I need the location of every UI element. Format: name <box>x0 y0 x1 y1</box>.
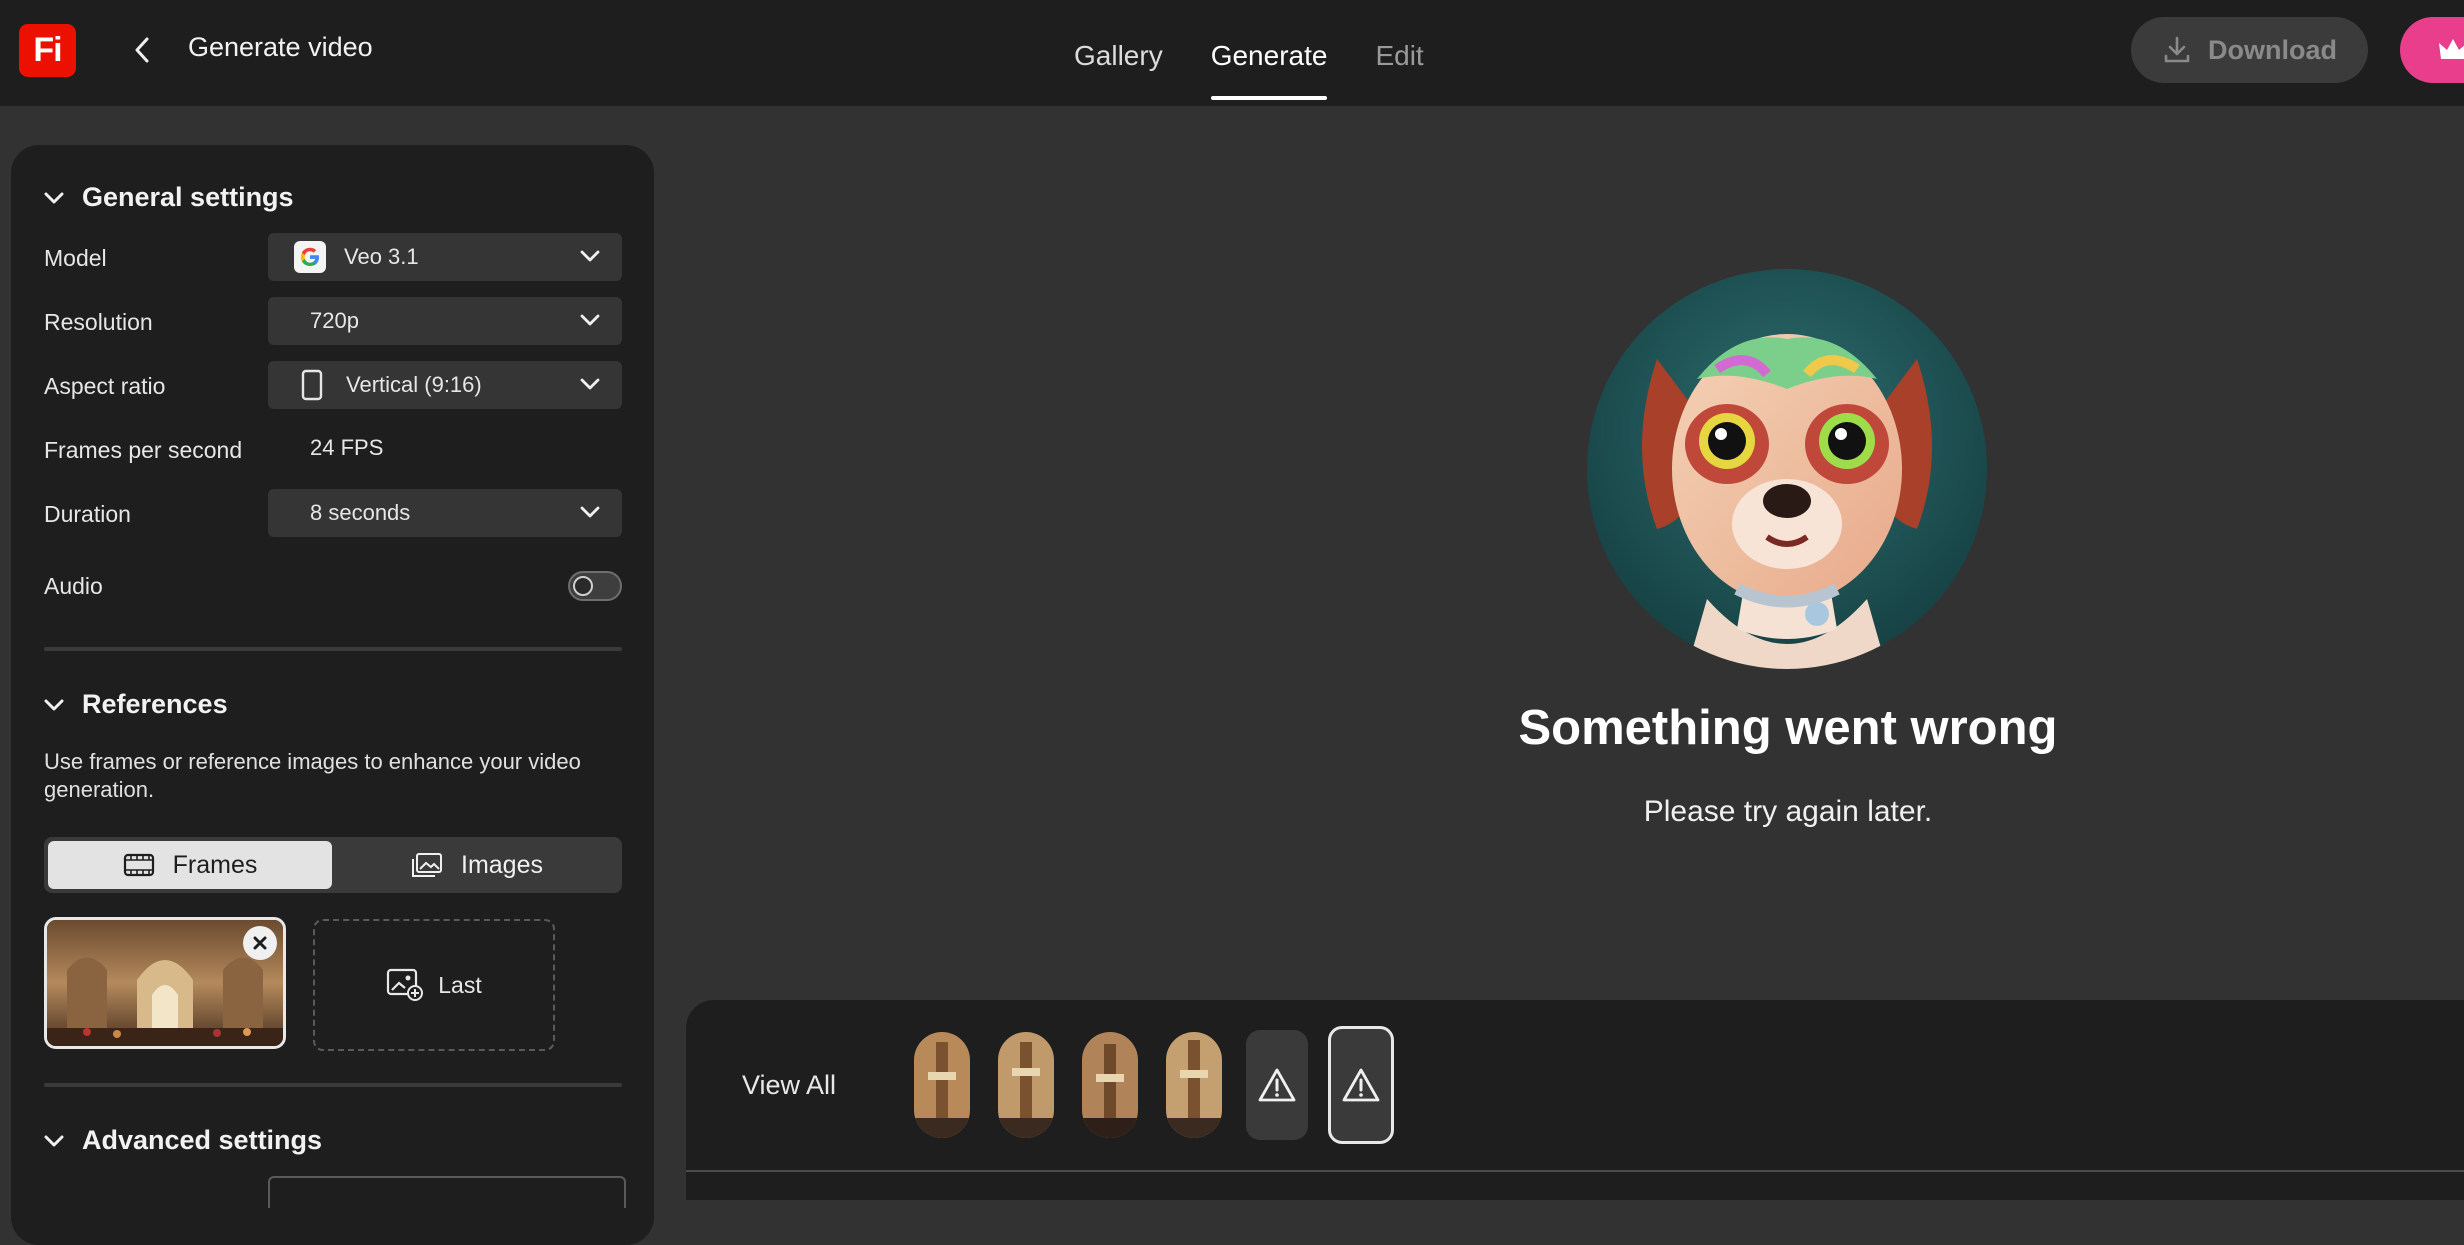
main-tabs: Gallery Generate Edit <box>1050 0 1448 106</box>
images-label: Images <box>461 850 543 879</box>
fps-value: 24 FPS <box>310 435 384 460</box>
chevron-down-icon <box>580 506 600 518</box>
resolution-label: Resolution <box>44 309 153 335</box>
app-logo[interactable]: Fi <box>19 24 76 77</box>
error-subtitle: Please try again later. <box>1643 795 1933 828</box>
chevron-left-icon <box>135 37 149 63</box>
tab-edit[interactable]: Edit <box>1351 0 1447 106</box>
google-icon <box>294 241 326 273</box>
advanced-settings-title: Advanced settings <box>82 1125 323 1155</box>
model-value: Veo 3.1 <box>344 244 419 269</box>
download-button[interactable]: Download <box>2131 17 2368 83</box>
audio-label: Audio <box>44 573 103 599</box>
chevron-down-icon <box>580 314 600 326</box>
chevron-down-icon <box>580 378 600 390</box>
history-thumbnail[interactable] <box>998 1032 1054 1138</box>
crown-icon <box>2439 39 2464 59</box>
history-thumbnail[interactable] <box>914 1032 970 1138</box>
error-illustration-dog <box>1587 269 1987 669</box>
advanced-settings-header[interactable]: Advanced settings <box>44 1125 322 1156</box>
add-image-icon <box>387 968 424 1001</box>
duration-label: Duration <box>44 501 131 527</box>
strip-divider <box>686 1170 2464 1172</box>
warning-icon <box>1258 1068 1296 1102</box>
history-failed-item-selected[interactable] <box>1328 1026 1394 1144</box>
last-frame-dropzone[interactable]: Last <box>313 919 555 1051</box>
resolution-select[interactable]: 720p <box>268 297 622 345</box>
aspect-ratio-select[interactable]: Vertical (9:16) <box>268 361 622 409</box>
warning-icon <box>1342 1068 1380 1102</box>
aspect-ratio-value: Vertical (9:16) <box>346 372 482 397</box>
chevron-down-icon <box>580 250 600 262</box>
section-divider <box>44 1083 622 1087</box>
tab-gallery[interactable]: Gallery <box>1050 0 1187 106</box>
chevron-down-icon <box>44 1135 64 1146</box>
audio-toggle[interactable] <box>568 571 622 601</box>
portrait-icon <box>301 369 323 401</box>
toggle-knob <box>573 576 593 596</box>
aspect-ratio-label: Aspect ratio <box>44 373 166 399</box>
top-bar: Fi Generate video Gallery Generate Edit … <box>0 0 2464 106</box>
advanced-setting-field[interactable] <box>268 1176 626 1208</box>
images-icon <box>412 853 442 877</box>
tab-generate[interactable]: Generate <box>1187 0 1352 106</box>
duration-select[interactable]: 8 seconds <box>268 489 622 537</box>
frames-segment-button[interactable]: Frames <box>48 841 332 889</box>
section-divider <box>44 647 622 651</box>
references-title: References <box>82 689 228 719</box>
general-settings-title: General settings <box>82 182 294 212</box>
download-icon <box>2164 36 2190 63</box>
model-label: Model <box>44 245 107 271</box>
premium-button[interactable] <box>2400 17 2464 83</box>
page-title: Generate video <box>188 32 373 62</box>
download-label: Download <box>2208 34 2337 65</box>
history-thumbnail[interactable] <box>1082 1032 1138 1138</box>
history-thumbnail[interactable] <box>1166 1032 1222 1138</box>
back-button[interactable] <box>124 30 160 70</box>
chevron-down-icon <box>44 192 64 203</box>
model-select[interactable]: Veo 3.1 <box>268 233 622 281</box>
view-all-link[interactable]: View All <box>742 1070 836 1101</box>
general-settings-header[interactable]: General settings <box>44 182 294 213</box>
references-header[interactable]: References <box>44 689 228 720</box>
duration-value: 8 seconds <box>310 500 411 525</box>
history-failed-item[interactable] <box>1246 1030 1308 1140</box>
fps-label: Frames per second <box>44 437 243 463</box>
resolution-value: 720p <box>310 308 359 333</box>
frames-label: Frames <box>172 850 258 879</box>
chevron-down-icon <box>44 699 64 710</box>
last-frame-label: Last <box>438 971 482 998</box>
references-description: Use frames or reference images to enhanc… <box>44 749 581 802</box>
film-frame-icon <box>123 853 154 877</box>
close-icon <box>253 936 267 950</box>
error-title: Something went wrong <box>1518 701 2058 755</box>
images-segment-button[interactable]: Images <box>336 841 618 889</box>
reference-type-segment: Frames Images <box>44 837 622 893</box>
remove-frame-button[interactable] <box>243 926 277 960</box>
